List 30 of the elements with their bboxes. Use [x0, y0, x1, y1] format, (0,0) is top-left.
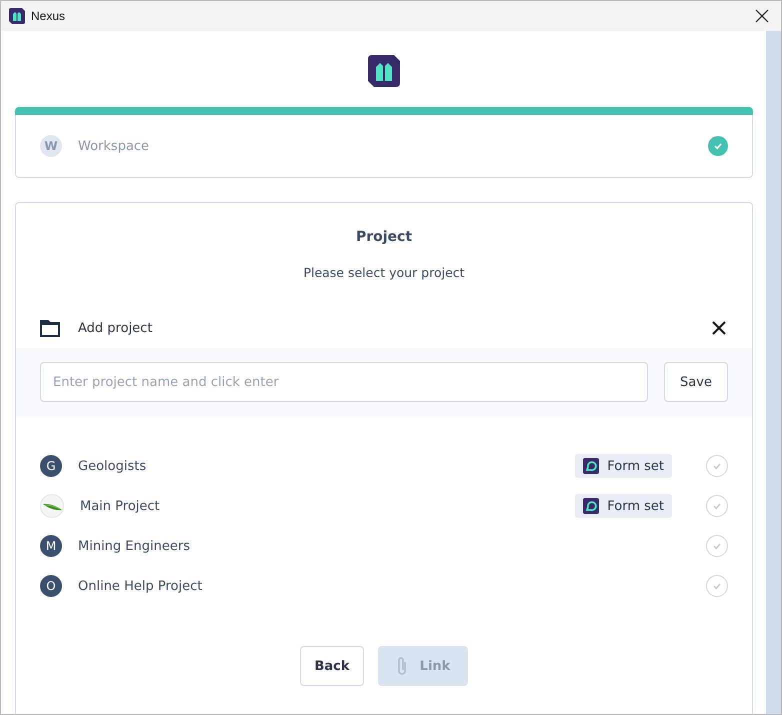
select-check-icon[interactable]	[706, 495, 728, 517]
project-name[interactable]: Geologists	[78, 458, 146, 474]
project-name[interactable]: Main Project	[80, 498, 160, 514]
logo-icon	[9, 8, 25, 24]
badge-label: Form set	[607, 458, 664, 474]
logo-icon	[368, 55, 400, 87]
project-name[interactable]: Online Help Project	[78, 578, 202, 594]
select-check-icon[interactable]	[706, 535, 728, 557]
badge-label: Form set	[607, 498, 664, 514]
close-icon[interactable]	[710, 319, 728, 337]
save-button[interactable]: Save	[664, 362, 728, 402]
form-icon	[583, 458, 600, 474]
form-icon	[583, 498, 600, 514]
folder-icon	[40, 319, 60, 337]
add-project-label: Add project	[78, 320, 152, 336]
project-subtitle: Please select your project	[302, 265, 466, 280]
project-title: Project	[354, 229, 414, 245]
project-avatar: M	[40, 535, 62, 557]
project-avatar: O	[40, 575, 62, 597]
window-title: Nexus	[31, 9, 66, 23]
select-check-icon[interactable]	[706, 455, 728, 477]
project-avatar: G	[40, 455, 62, 477]
back-button[interactable]: Back	[300, 646, 364, 686]
select-check-icon[interactable]	[706, 575, 728, 597]
scrollbar[interactable]	[766, 31, 781, 714]
project-name-field[interactable]: Enter project name and click enter	[40, 362, 648, 402]
workspace-label: Workspace	[78, 138, 150, 154]
workspace-avatar: W	[40, 135, 62, 157]
paperclip-icon	[396, 656, 408, 676]
project-name[interactable]: Mining Engineers	[78, 538, 190, 554]
